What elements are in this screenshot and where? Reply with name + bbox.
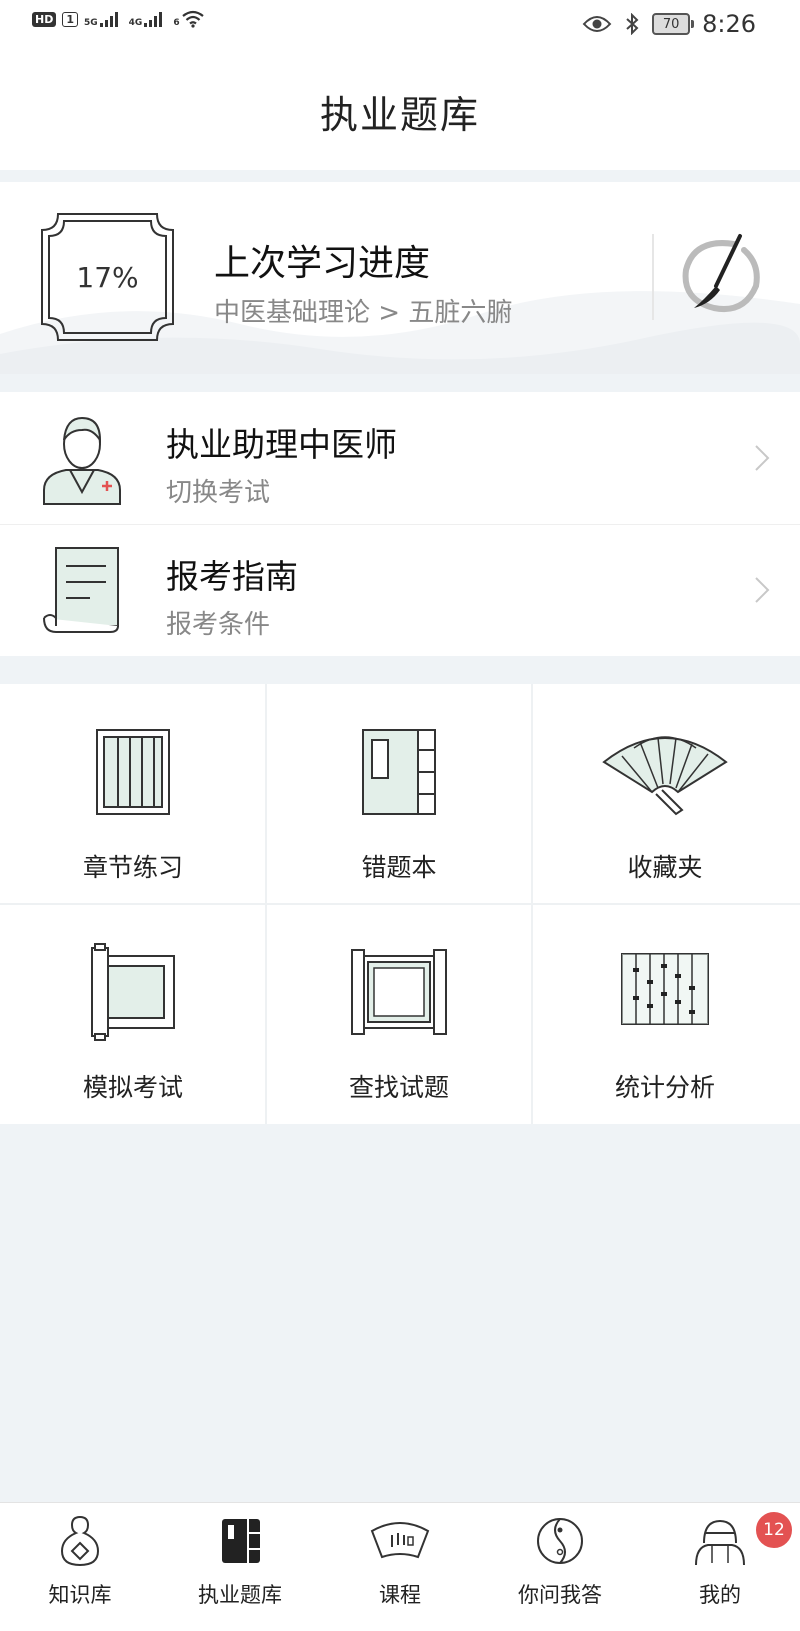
grid-item-favorites[interactable]: 收藏夹 xyxy=(532,684,798,904)
exam-title: 执业助理中医师 xyxy=(166,425,397,464)
tab-qa[interactable]: 你问我答 xyxy=(480,1503,640,1631)
grid-label: 错题本 xyxy=(361,853,437,882)
grid-label: 收藏夹 xyxy=(627,853,703,882)
tab-courses[interactable]: 课程 xyxy=(320,1503,480,1631)
tab-label: 课程 xyxy=(379,1583,421,1607)
status-bar: HD 1 5G 4G 6 70 8:26 xyxy=(0,0,800,52)
clock: 8:26 xyxy=(702,10,756,38)
yin-yang-icon xyxy=(537,1518,583,1564)
wrong-notebook-icon xyxy=(362,729,436,815)
abacus-icon xyxy=(621,953,709,1025)
grid-item-wrong-notebook[interactable]: 错题本 xyxy=(266,684,532,904)
signal-4g-icon: 4G xyxy=(129,10,168,28)
grid-item-search-questions[interactable]: 查找试题 xyxy=(266,904,532,1124)
gourd-icon xyxy=(60,1515,100,1567)
status-left: HD 1 5G 4G 6 xyxy=(32,10,205,28)
page-header: 执业题库 xyxy=(0,52,800,170)
avatar-icon xyxy=(695,1519,745,1566)
signal-5g-icon: 5G xyxy=(84,10,123,28)
exam-list: 执业助理中医师 切换考试 报考指南 报考条件 xyxy=(0,392,800,656)
grid-item-statistics[interactable]: 统计分析 xyxy=(532,904,798,1124)
chevron-right-icon xyxy=(755,577,770,603)
exam-subtitle: 切换考试 xyxy=(166,478,271,508)
progress-percent: 17% xyxy=(76,260,139,294)
list-item-exam-guide[interactable]: 报考指南 报考条件 xyxy=(0,524,800,656)
search-scroll-icon xyxy=(351,949,447,1035)
mock-exam-scroll-icon xyxy=(91,943,175,1041)
battery-icon: 70 xyxy=(652,13,695,35)
folding-fan-icon xyxy=(602,736,728,816)
grid-label: 查找试题 xyxy=(348,1073,449,1102)
tab-label: 知识库 xyxy=(48,1583,112,1607)
status-right: 70 8:26 xyxy=(582,10,756,38)
page-title: 执业题库 xyxy=(319,92,480,137)
brush-icon[interactable] xyxy=(674,230,764,320)
eye-icon xyxy=(582,16,612,32)
tab-label: 你问我答 xyxy=(518,1583,602,1607)
hd-indicator: HD xyxy=(32,11,57,27)
list-item-switch-exam[interactable]: 执业助理中医师 切换考试 xyxy=(0,392,800,525)
grid-label: 模拟考试 xyxy=(82,1073,183,1102)
last-progress-card[interactable]: 17% 上次学习进度 中医基础理论 > 五脏六腑 xyxy=(0,182,800,374)
chevron-right-icon xyxy=(755,445,770,471)
grid-label: 统计分析 xyxy=(614,1073,715,1102)
grid-label: 章节练习 xyxy=(82,853,183,882)
tab-label: 我的 xyxy=(699,1583,741,1607)
fan-icon xyxy=(370,1522,430,1559)
tab-label: 执业题库 xyxy=(198,1583,282,1607)
progress-title: 上次学习进度 xyxy=(214,243,431,284)
progress-path: 中医基础理论 > 五脏六腑 xyxy=(214,298,513,328)
bluetooth-icon xyxy=(626,13,639,35)
grid-item-mock-exam[interactable]: 模拟考试 xyxy=(0,904,266,1124)
divider xyxy=(652,234,654,320)
chapter-practice-icon xyxy=(96,729,170,815)
scroll-icon xyxy=(43,547,119,633)
grid-item-chapter-practice[interactable]: 章节练习 xyxy=(0,684,266,904)
tab-knowledge-base[interactable]: 知识库 xyxy=(0,1503,160,1631)
bottom-tab-bar: 知识库 执业题库 课程 你问我答 我的 xyxy=(0,1502,800,1631)
guide-subtitle: 报考条件 xyxy=(166,610,271,640)
guide-title: 报考指南 xyxy=(166,557,298,596)
tab-question-bank[interactable]: 执业题库 xyxy=(160,1503,320,1631)
feature-grid: 章节练习 错题本 收藏夹 模拟考试 查找试题 统计分析 xyxy=(0,684,800,1124)
book-icon xyxy=(222,1519,260,1563)
doctor-icon xyxy=(43,416,121,505)
wifi-icon: 6 xyxy=(173,10,204,28)
notification-badge: 12 xyxy=(754,1510,794,1550)
sim-indicator: 1 xyxy=(62,11,78,27)
